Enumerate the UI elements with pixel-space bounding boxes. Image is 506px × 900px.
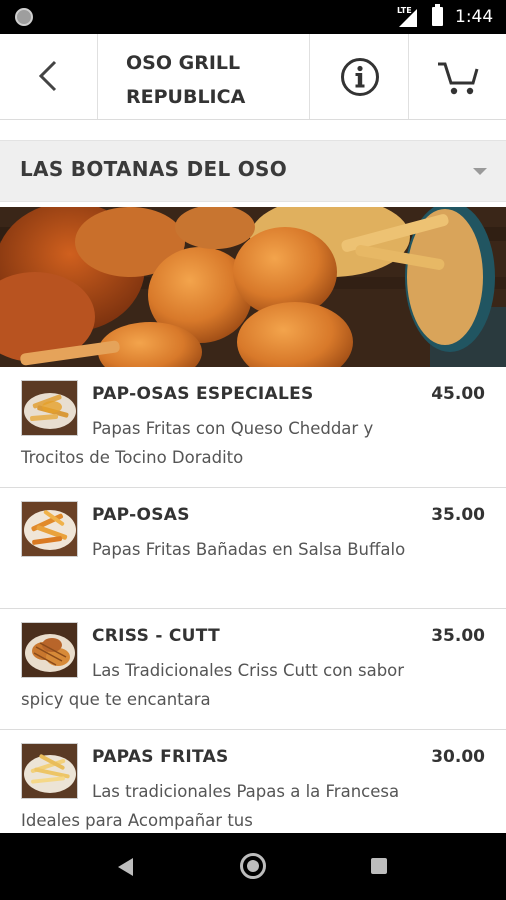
caret-down-icon xyxy=(473,168,487,175)
app-header: OSO GRILL REPUBLICA xyxy=(0,34,506,120)
menu-item-name: CRISS - CUTT xyxy=(92,626,220,646)
menu-item-name: PAPAS FRITAS xyxy=(92,747,229,767)
menu-item-price: 35.00 xyxy=(431,626,485,646)
nav-recents-icon[interactable] xyxy=(371,858,387,874)
system-nav-bar xyxy=(0,833,506,900)
menu-item[interactable]: CRISS - CUTT 35.00 Las Tradicionales Cri… xyxy=(0,609,506,730)
menu-item-description: Las tradicionales Papas a la Francesa Id… xyxy=(21,782,400,830)
title-line-2: REPUBLICA xyxy=(126,86,246,108)
menu-item-name: PAP-OSAS ESPECIALES xyxy=(92,384,314,404)
menu-item[interactable]: PAP-OSAS ESPECIALES 45.00 Papas Fritas c… xyxy=(0,367,506,488)
menu-item-description: Papas Fritas Bañadas en Salsa Buffalo xyxy=(92,540,406,559)
menu-item-description: Papas Fritas con Queso Cheddar y Trocito… xyxy=(21,419,374,467)
cart-button[interactable] xyxy=(409,34,506,119)
nav-home-icon[interactable] xyxy=(240,853,266,879)
clock: 1:44 xyxy=(455,7,494,27)
menu-item-price: 30.00 xyxy=(431,747,485,767)
header-gap xyxy=(0,120,506,140)
category-banner-image xyxy=(0,207,506,367)
title-line-1: OSO GRILL xyxy=(126,52,241,74)
category-label: LAS BOTANAS DEL OSO xyxy=(20,157,288,181)
category-selector[interactable]: LAS BOTANAS DEL OSO xyxy=(0,140,506,202)
chevron-left-icon xyxy=(38,60,57,92)
status-bar: LTE 1:44 xyxy=(0,0,506,34)
battery-icon xyxy=(432,4,443,26)
info-button[interactable] xyxy=(310,34,409,119)
restaurant-title: OSO GRILL REPUBLICA xyxy=(98,34,310,119)
menu-item-price: 35.00 xyxy=(431,505,485,525)
menu-item[interactable]: PAPAS FRITAS 30.00 Las tradicionales Pap… xyxy=(0,730,506,833)
cart-icon xyxy=(438,62,479,95)
menu-item-description: Las Tradicionales Criss Cutt con sabor s… xyxy=(21,661,405,709)
info-circle-icon xyxy=(341,58,379,96)
menu-item-price: 45.00 xyxy=(431,384,485,404)
back-button[interactable] xyxy=(0,34,98,119)
nav-back-icon[interactable] xyxy=(118,858,133,876)
signal-icon xyxy=(399,9,417,27)
menu-item[interactable]: PAP-OSAS 35.00 Papas Fritas Bañadas en S… xyxy=(0,488,506,609)
menu-item-name: PAP-OSAS xyxy=(92,505,190,525)
menu-item-list[interactable]: PAP-OSAS ESPECIALES 45.00 Papas Fritas c… xyxy=(0,367,506,833)
notification-icon xyxy=(15,8,33,26)
